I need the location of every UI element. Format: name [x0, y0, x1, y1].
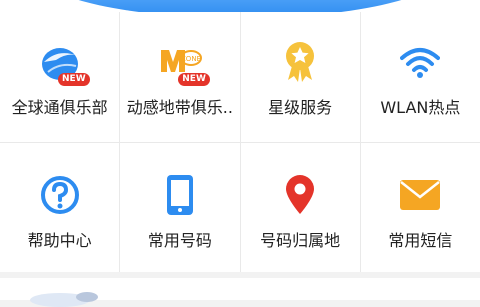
grid-item-common-numbers[interactable]: 常用号码 [120, 142, 240, 272]
svg-text:ZONE: ZONE [181, 55, 201, 63]
wifi-icon [396, 38, 444, 86]
banner-decoration [76, 292, 98, 302]
grid-item-label: 号码归属地 [260, 230, 341, 250]
grid-item-label: 全球通俱乐部 [11, 98, 108, 117]
star-medal-icon [276, 38, 324, 86]
grid-item-mzone-club[interactable]: ZONE NEW 动感地带俱乐.. [120, 12, 240, 142]
grid-item-label: 常用号码 [147, 230, 212, 250]
grid-item-label: 动感地带俱乐.. [126, 98, 233, 117]
grid-item-star-service[interactable]: 星级服务 [240, 12, 360, 142]
phone-icon [156, 171, 204, 219]
grid-item-wlan[interactable]: WLAN热点 [360, 12, 480, 142]
new-badge: NEW [58, 73, 90, 86]
grid-item-label: 帮助中心 [27, 230, 92, 250]
bottom-banner-peek [0, 273, 480, 307]
grid-item-number-location[interactable]: 号码归属地 [240, 142, 360, 272]
service-grid: NEW 全球通俱乐部 ZONE NEW 动感地带俱乐.. 星级服务 WLAN热点… [0, 12, 480, 272]
grid-item-help-center[interactable]: 帮助中心 [0, 142, 120, 272]
globe-icon: NEW [36, 38, 90, 86]
grid-item-label: WLAN热点 [380, 98, 461, 117]
help-icon [36, 171, 84, 219]
new-badge: NEW [178, 73, 210, 86]
envelope-icon [396, 171, 444, 219]
grid-item-label: 常用短信 [388, 230, 453, 250]
location-pin-icon [276, 171, 324, 219]
mzone-icon: ZONE NEW [156, 38, 210, 86]
grid-item-label: 星级服务 [268, 98, 333, 117]
grid-item-global-club[interactable]: NEW 全球通俱乐部 [0, 12, 120, 142]
grid-item-common-sms[interactable]: 常用短信 [360, 142, 480, 272]
